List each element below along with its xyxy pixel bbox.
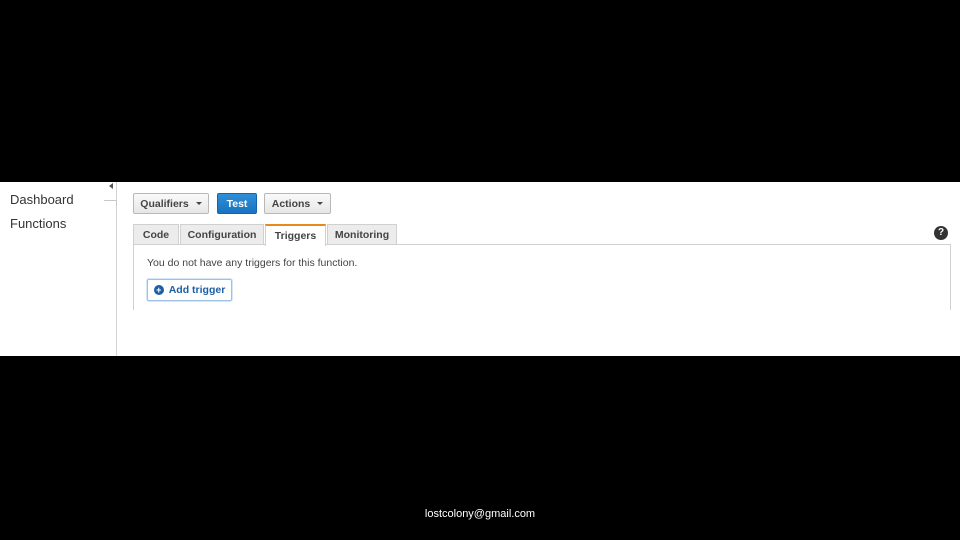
- actions-dropdown-button[interactable]: Actions: [264, 193, 331, 214]
- tab-configuration[interactable]: Configuration: [180, 224, 264, 245]
- qualifiers-dropdown-button[interactable]: Qualifiers: [133, 193, 209, 214]
- lambda-console-screenshot: Dashboard Functions Qualifiers Test Acti…: [0, 182, 960, 356]
- qualifiers-label: Qualifiers: [140, 197, 189, 210]
- sidebar: Dashboard Functions: [0, 182, 117, 356]
- help-icon[interactable]: ?: [934, 226, 948, 240]
- chevron-down-icon: [195, 202, 202, 205]
- nav-indicator: [104, 200, 117, 206]
- footer-email: lostcolony@gmail.com: [424, 508, 536, 520]
- tab-monitoring[interactable]: Monitoring: [327, 224, 397, 245]
- chevron-down-icon: [317, 202, 324, 205]
- plus-circle-icon: +: [153, 285, 164, 295]
- sidebar-item-functions[interactable]: Functions: [10, 216, 66, 231]
- tab-code[interactable]: Code: [133, 224, 179, 245]
- sidebar-item-dashboard[interactable]: Dashboard: [10, 192, 74, 207]
- add-trigger-button[interactable]: + Add trigger: [147, 279, 232, 301]
- test-button[interactable]: Test: [217, 193, 257, 214]
- triggers-panel: You do not have any triggers for this fu…: [133, 244, 951, 310]
- add-trigger-label: Add trigger: [168, 284, 226, 296]
- actions-label: Actions: [271, 197, 311, 210]
- tab-triggers[interactable]: Triggers: [265, 224, 326, 246]
- empty-state-message: You do not have any triggers for this fu…: [147, 257, 358, 269]
- collapse-sidebar-icon[interactable]: [109, 183, 113, 189]
